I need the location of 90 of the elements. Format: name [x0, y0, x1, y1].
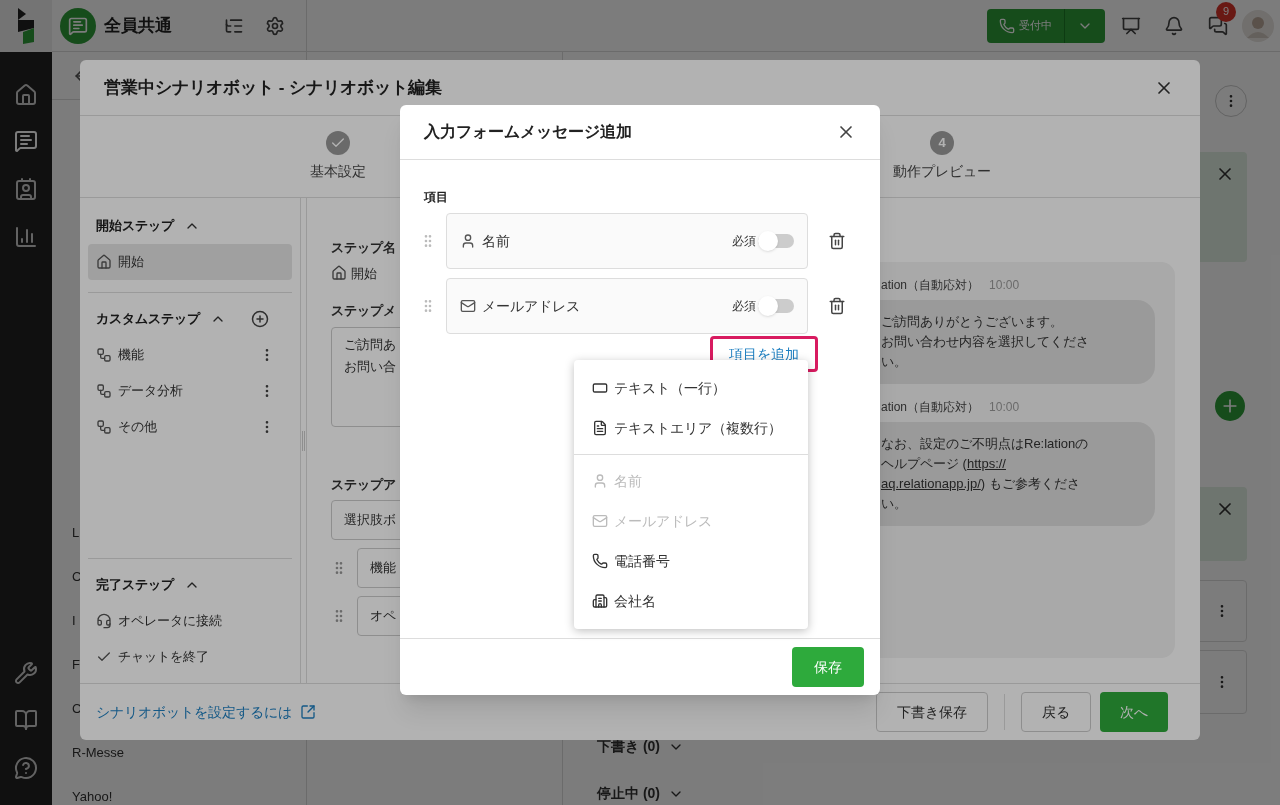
bell-icon[interactable] — [1164, 15, 1184, 36]
contact-icon[interactable] — [14, 177, 38, 201]
message-time: 10:00 — [989, 399, 1020, 416]
field-name: 名前 — [482, 231, 510, 251]
text-field-icon — [592, 380, 608, 396]
next-button[interactable]: 次へ — [1100, 692, 1168, 732]
chat-channel-icon — [60, 7, 96, 44]
secondary-button[interactable]: 下書き保存 — [876, 692, 988, 732]
list-item[interactable]: F — [72, 643, 80, 687]
house-icon[interactable] — [14, 83, 38, 107]
step-item[interactable]: オペレータに接続 — [88, 603, 292, 639]
step-name: 開始 — [351, 264, 377, 283]
field-name: メールアドレス — [482, 296, 580, 316]
section-label: 項目 — [424, 189, 448, 206]
external-link-icon[interactable] — [300, 704, 316, 720]
chat-icon[interactable] — [1208, 15, 1228, 36]
building-icon — [592, 593, 608, 609]
message-text: い。 — [881, 495, 908, 513]
required-label: 必須 — [732, 233, 756, 250]
step-item[interactable]: チャットを終了 — [88, 639, 292, 675]
field-label: ステップメ — [331, 302, 396, 320]
section-title: 開始ステップ — [96, 217, 174, 236]
message-text: ヘルプページ (https:// — [881, 455, 1007, 473]
message-text: aq.relationapp.jp/) もご参考くださ — [881, 475, 1081, 493]
tools-icon[interactable] — [14, 661, 38, 685]
required-label: 必須 — [732, 298, 756, 315]
board-icon[interactable] — [1121, 15, 1141, 36]
step-label[interactable]: 動作プレビュー — [893, 161, 991, 182]
workspace-name: 全員共通 — [104, 14, 172, 37]
sender-name: ation（自動応対） — [881, 277, 980, 294]
step-item[interactable]: 開始 — [88, 244, 292, 280]
phone-icon — [592, 553, 608, 569]
list-item[interactable]: L — [72, 511, 80, 555]
settings-icon[interactable] — [265, 15, 285, 36]
section-title: 完了ステップ — [96, 576, 174, 595]
dialog-title: 入力フォームメッセージ追加 — [424, 122, 632, 142]
person-icon — [460, 233, 476, 249]
flow-icon — [96, 347, 112, 363]
notification-badge: 9 — [1216, 1, 1236, 22]
mail-icon — [460, 298, 476, 314]
house-icon — [331, 265, 347, 282]
step-item[interactable]: その他 — [88, 409, 292, 445]
secondary-button[interactable]: 戻る — [1021, 692, 1091, 732]
list-item[interactable]: C — [72, 687, 82, 731]
phone-icon — [999, 17, 1015, 34]
message-text: ご訪問ありがとうございます。 — [881, 313, 1064, 331]
link[interactable]: aq.relationapp.jp/ — [881, 476, 981, 491]
save-button[interactable]: 保存 — [792, 647, 864, 687]
flow-icon — [96, 383, 112, 399]
step-label[interactable]: 基本設定 — [310, 161, 366, 182]
list-item[interactable]: I — [72, 599, 76, 643]
message-text: なお、設定のご不明点はRe:lationの — [881, 435, 1090, 453]
menu-item[interactable]: 電話番号 — [574, 541, 808, 581]
list-item[interactable]: Yahoo! — [72, 775, 113, 805]
chat-icon[interactable] — [14, 129, 38, 153]
message-text: い。 — [881, 353, 908, 371]
menu-item[interactable]: テキストエリア（複数行） — [574, 408, 808, 448]
step-indicator[interactable]: 4 — [930, 131, 954, 155]
sender-name: ation（自動応対） — [881, 399, 980, 416]
menu-item[interactable]: 会社名 — [574, 581, 808, 621]
required-toggle[interactable] — [758, 296, 794, 316]
step-item[interactable]: データ分析 — [88, 373, 292, 409]
chart-icon[interactable] — [14, 225, 38, 249]
book-icon[interactable] — [14, 708, 38, 732]
message-time: 10:00 — [989, 277, 1020, 294]
message-text: お問い合わせ内容を選択してくださ — [881, 333, 1090, 351]
modal-title: 営業中シナリオボット - シナリオボット編集 — [104, 76, 443, 99]
status-button[interactable]: 受付中 — [987, 8, 1105, 43]
section-title[interactable]: 停止中 (0) — [597, 783, 660, 804]
link[interactable]: https:// — [966, 456, 1006, 471]
house-icon — [96, 254, 112, 270]
mail-icon — [592, 513, 608, 529]
section-title: カスタムステップ — [96, 310, 200, 329]
list-item[interactable]: C — [72, 555, 82, 599]
add-icon[interactable] — [251, 310, 269, 328]
help-link[interactable]: シナリオボットを設定するには — [96, 701, 292, 723]
flow-icon — [96, 419, 112, 435]
help-icon[interactable] — [14, 756, 38, 780]
headset-icon — [96, 613, 112, 629]
field-label: ステップ名 — [331, 239, 396, 257]
document-icon — [592, 420, 608, 436]
trash-icon[interactable] — [828, 232, 846, 250]
step-item[interactable]: 機能 — [88, 337, 292, 373]
field-label: ステップア — [331, 475, 396, 494]
step-indicator[interactable] — [326, 131, 350, 155]
trash-icon[interactable] — [828, 297, 846, 315]
required-toggle[interactable] — [758, 231, 794, 251]
person-icon — [592, 473, 608, 489]
logo — [15, 7, 37, 44]
section-title[interactable]: 下書き (0) — [597, 736, 660, 757]
